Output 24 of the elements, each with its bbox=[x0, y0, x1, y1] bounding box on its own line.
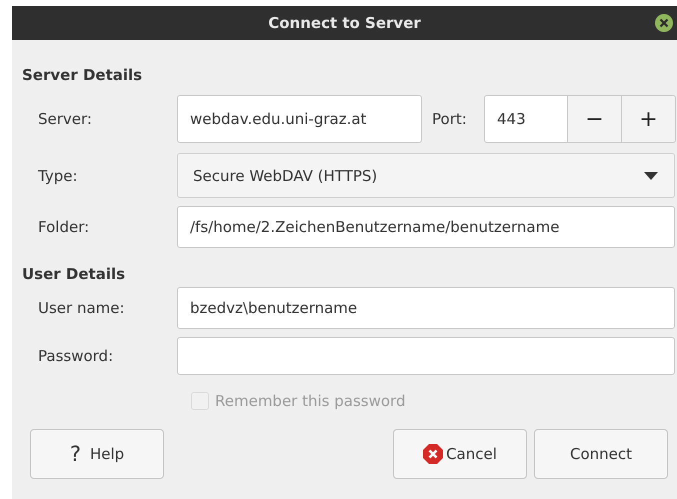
password-field[interactable] bbox=[177, 337, 675, 375]
cancel-button[interactable]: Cancel bbox=[393, 429, 527, 479]
close-icon[interactable] bbox=[655, 14, 673, 32]
decrement-button[interactable]: − bbox=[568, 95, 622, 143]
type-dropdown[interactable]: Secure WebDAV (HTTPS) bbox=[177, 153, 675, 198]
server-field[interactable]: webdav.edu.uni-graz.at bbox=[177, 95, 422, 143]
field-label: Password: bbox=[38, 347, 114, 365]
username-field[interactable]: bzedvz\benutzername bbox=[177, 287, 675, 329]
field-label: Port: bbox=[432, 110, 468, 128]
cancel-icon bbox=[423, 444, 444, 464]
window-title: Connect to Server bbox=[268, 14, 421, 32]
section-heading: Server Details bbox=[22, 65, 144, 85]
port-field[interactable]: 443 bbox=[484, 95, 568, 143]
section-heading: User Details bbox=[22, 264, 126, 284]
field-label: Server: bbox=[38, 110, 93, 128]
field-label: Type: bbox=[38, 166, 79, 184]
folder-field[interactable]: /fs/home/2.ZeichenBenutzername/benutzername bbox=[177, 206, 675, 248]
field-label: User name: bbox=[38, 299, 126, 317]
caret-icon bbox=[644, 172, 658, 180]
checkbox-label: Remember this password bbox=[215, 392, 406, 410]
increment-button[interactable]: + bbox=[622, 95, 676, 143]
connect-button[interactable]: Connect bbox=[534, 429, 668, 479]
field-label: Folder: bbox=[38, 218, 90, 236]
help-button[interactable]: ? Help bbox=[30, 429, 164, 479]
